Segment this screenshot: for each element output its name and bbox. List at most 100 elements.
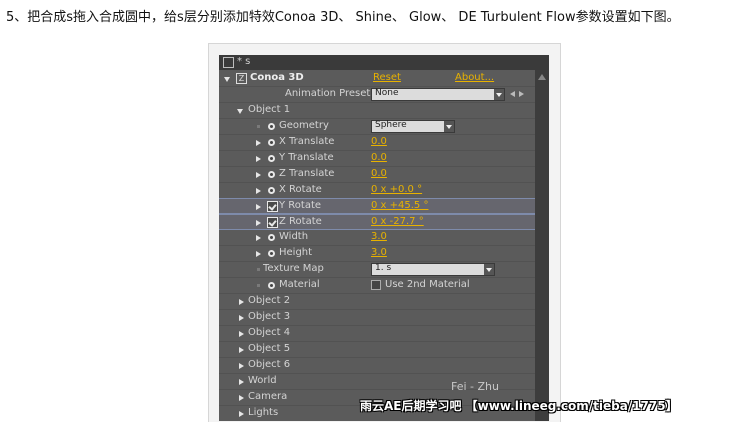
dropdown-arrow-icon	[484, 264, 494, 275]
height-row: Height 3.0	[219, 246, 535, 262]
geometry-dropdown[interactable]: Sphere	[371, 120, 455, 133]
stopwatch-icon[interactable]	[268, 123, 275, 130]
faint-watermark: Fei - Zhu	[451, 380, 499, 393]
texture-map-value: 1. s	[375, 263, 392, 273]
x-translate-value[interactable]: 0.0	[371, 136, 387, 147]
x-rotate-value[interactable]: 0 x +0.0 °	[371, 184, 422, 195]
object-3-group[interactable]: Object 3	[219, 310, 535, 326]
next-preset-icon[interactable]	[519, 91, 524, 97]
group-label: Lights	[248, 407, 279, 418]
collapse-triangle-icon[interactable]	[224, 77, 230, 82]
expand-triangle-icon[interactable]	[256, 220, 261, 226]
x-translate-label: X Translate	[279, 136, 335, 147]
geometry-value: Sphere	[375, 120, 407, 130]
material-label: Material	[279, 279, 320, 290]
group-label: Object 4	[248, 327, 291, 338]
expand-triangle-icon[interactable]	[256, 188, 261, 194]
z-translate-value[interactable]: 0.0	[371, 168, 387, 179]
site-watermark: 雨云AE后期学习吧 【www.lineeg.com/tieba/1775】	[360, 399, 678, 413]
bullet-icon	[257, 268, 260, 271]
y-rotate-row: Y Rotate 0 x +45.5 °	[219, 198, 535, 214]
stopwatch-icon[interactable]	[268, 234, 275, 241]
y-translate-label: Y Translate	[279, 152, 334, 163]
stopwatch-active-icon[interactable]	[267, 217, 278, 228]
instruction-caption: 5、把合成s拖入合成圆中，给s层分别添加特效Conoa 3D、 Shine、 G…	[6, 10, 680, 25]
prev-preset-icon[interactable]	[510, 91, 515, 97]
x-rotate-label: X Rotate	[279, 184, 322, 195]
use-2nd-material-checkbox[interactable]	[371, 280, 381, 290]
y-rotate-value[interactable]: 0 x +45.5 °	[371, 200, 428, 211]
effect-name: Conoa 3D	[250, 72, 304, 83]
effect-controls-panel: * s Z Conoa 3D Reset About... Animation …	[219, 55, 549, 421]
animation-presets-label: Animation Presets:	[285, 88, 379, 99]
panel-title: * s	[237, 56, 251, 67]
expand-triangle-icon[interactable]	[256, 235, 261, 241]
z-rotate-row: Z Rotate 0 x -27.7 °	[219, 214, 535, 230]
expand-triangle-icon[interactable]	[239, 347, 244, 353]
group-label: Object 2	[248, 295, 291, 306]
animation-presets-dropdown[interactable]: None	[371, 88, 505, 101]
group-label: Object 3	[248, 311, 291, 322]
geometry-label: Geometry	[279, 120, 329, 131]
x-translate-row: X Translate 0.0	[219, 135, 535, 151]
width-value[interactable]: 3.0	[371, 231, 387, 242]
object-4-group[interactable]: Object 4	[219, 326, 535, 342]
dropdown-arrow-icon	[444, 121, 454, 132]
object-1-group[interactable]: Object 1	[219, 103, 535, 119]
group-label: Object 6	[248, 359, 291, 370]
stopwatch-icon[interactable]	[268, 282, 275, 289]
expand-triangle-icon[interactable]	[256, 172, 261, 178]
texture-map-row: Texture Map 1. s	[219, 262, 535, 278]
effect-header-row[interactable]: Z Conoa 3D Reset About...	[219, 71, 535, 87]
vertical-scrollbar[interactable]	[535, 70, 549, 421]
expand-triangle-icon[interactable]	[256, 140, 261, 146]
object-1-label: Object 1	[248, 104, 291, 115]
stopwatch-icon[interactable]	[268, 155, 275, 162]
stopwatch-icon[interactable]	[268, 250, 275, 257]
animation-presets-row: Animation Presets: None	[219, 87, 535, 103]
expand-triangle-icon[interactable]	[239, 411, 244, 417]
object-5-group[interactable]: Object 5	[219, 342, 535, 358]
animation-presets-value: None	[375, 88, 399, 98]
expand-triangle-icon[interactable]	[239, 395, 244, 401]
collapse-triangle-icon[interactable]	[237, 109, 243, 114]
object-6-group[interactable]: Object 6	[219, 358, 535, 374]
scroll-up-arrow-icon[interactable]	[538, 74, 546, 80]
expand-triangle-icon[interactable]	[239, 299, 244, 305]
expand-triangle-icon[interactable]	[239, 315, 244, 321]
fx-toggle-icon[interactable]: Z	[236, 73, 247, 84]
y-translate-row: Y Translate 0.0	[219, 151, 535, 167]
stopwatch-active-icon[interactable]	[267, 201, 278, 212]
texture-map-dropdown[interactable]: 1. s	[371, 263, 495, 276]
expand-triangle-icon[interactable]	[239, 379, 244, 385]
z-translate-label: Z Translate	[279, 168, 335, 179]
z-rotate-value[interactable]: 0 x -27.7 °	[371, 216, 424, 227]
about-link[interactable]: About...	[455, 72, 494, 83]
group-label: Camera	[248, 391, 288, 402]
dropdown-arrow-icon	[494, 89, 504, 100]
expand-triangle-icon[interactable]	[256, 204, 261, 210]
expand-triangle-icon[interactable]	[239, 363, 244, 369]
object-2-group[interactable]: Object 2	[219, 294, 535, 310]
panel-menu-icon[interactable]	[223, 57, 234, 68]
stopwatch-icon[interactable]	[268, 139, 275, 146]
expand-triangle-icon[interactable]	[256, 251, 261, 257]
expand-triangle-icon[interactable]	[239, 331, 244, 337]
bullet-icon	[257, 284, 260, 287]
stopwatch-icon[interactable]	[268, 171, 275, 178]
group-label: World	[248, 375, 277, 386]
use-2nd-material-label: Use 2nd Material	[385, 279, 470, 290]
expand-triangle-icon[interactable]	[256, 156, 261, 162]
height-value[interactable]: 3.0	[371, 247, 387, 258]
panel-title-bar: * s	[219, 55, 549, 70]
y-rotate-label: Y Rotate	[279, 200, 322, 211]
width-label: Width	[279, 231, 309, 242]
texture-map-label: Texture Map	[263, 263, 324, 274]
width-row: Width 3.0	[219, 230, 535, 246]
x-rotate-row: X Rotate 0 x +0.0 °	[219, 183, 535, 199]
y-translate-value[interactable]: 0.0	[371, 152, 387, 163]
stopwatch-icon[interactable]	[268, 187, 275, 194]
group-label: Object 5	[248, 343, 291, 354]
bullet-icon	[257, 125, 260, 128]
reset-link[interactable]: Reset	[373, 72, 401, 83]
